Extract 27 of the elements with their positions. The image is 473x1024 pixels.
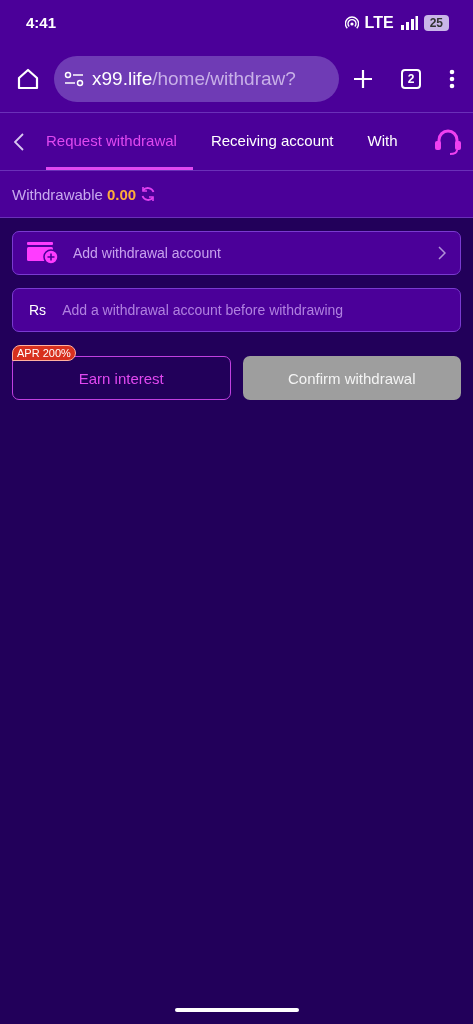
url-text: x99.life/home/withdraw? [92, 67, 296, 90]
tab[interactable]: Receiving account [194, 113, 350, 170]
amount-input[interactable]: Add a withdrawal account before withdrawing [60, 301, 444, 319]
card-add-icon [27, 242, 59, 264]
amount-field[interactable]: Rs Add a withdrawal account before withdrawing [12, 288, 461, 332]
back-icon[interactable] [14, 132, 24, 151]
home-icon[interactable] [16, 66, 40, 91]
battery-indicator: 25 [423, 14, 449, 31]
address-bar[interactable]: x99.life/home/withdraw? [54, 55, 339, 102]
apr-badge: APR 200% [12, 345, 76, 361]
earn-interest-button[interactable]: Earn interest [12, 356, 231, 400]
new-tab-icon[interactable] [353, 68, 373, 89]
site-settings-icon[interactable] [64, 70, 84, 87]
network-label: LTE [364, 13, 394, 32]
status-time: 4:41 [26, 14, 57, 31]
currency-label: Rs [29, 302, 47, 318]
balance-label: Withdrawable [12, 185, 103, 203]
balance-amount: 0.00 [106, 185, 137, 203]
refresh-icon[interactable] [140, 186, 157, 202]
hotspot-icon [344, 15, 359, 30]
signal-icon [399, 15, 418, 30]
menu-icon[interactable] [449, 68, 455, 89]
tab[interactable]: With [351, 113, 414, 170]
tab-count-button[interactable]: 2 [401, 68, 421, 89]
add-account-row[interactable]: Add withdrawal account [12, 231, 461, 275]
chevron-right-icon [438, 246, 446, 260]
headset-icon[interactable] [433, 128, 463, 155]
